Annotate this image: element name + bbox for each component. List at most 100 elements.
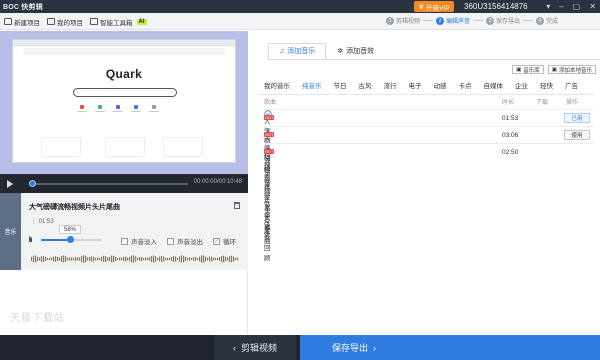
timecode: 00:00:00/00:10:48 bbox=[193, 179, 242, 185]
waveform-bar bbox=[89, 257, 91, 261]
waveform-bar bbox=[201, 255, 203, 263]
category-divider bbox=[258, 94, 594, 95]
song-row[interactable]: 科技未来感节奏走秀 HOT 02:50 bbox=[264, 143, 594, 239]
add-local-music-button[interactable]: ▣ 添加本地音乐 bbox=[547, 65, 596, 74]
volume-handle[interactable] bbox=[67, 236, 74, 243]
audio-waveform bbox=[31, 255, 239, 263]
waveform-bar bbox=[203, 255, 205, 263]
use-button[interactable]: 使用 bbox=[564, 130, 590, 140]
video-preview[interactable]: Quark bbox=[0, 31, 248, 174]
tab-add-music[interactable]: ♫ 添加音乐 bbox=[268, 43, 327, 59]
category-ads[interactable]: 广告 bbox=[565, 82, 578, 92]
account-id[interactable]: 360U3156414876 bbox=[464, 0, 528, 13]
back-edit-video-button[interactable]: ‹ 剪辑视频 bbox=[214, 335, 296, 360]
loop-checkbox[interactable]: ✓ 循环 bbox=[213, 236, 236, 246]
preview-shortcut bbox=[77, 105, 87, 113]
waveform-bar bbox=[47, 257, 49, 261]
category-tabs: 我的音乐 纯音乐 节日 古风 流行 电子 动感 卡点 自媒体 企业 轻快 广告 bbox=[264, 82, 578, 92]
player-controls: 00:00:00/00:10:48 bbox=[0, 174, 248, 193]
waveform-bar bbox=[57, 256, 59, 262]
track-duration-value: 01:53 bbox=[38, 219, 54, 225]
category-enterprise[interactable]: 企业 bbox=[515, 82, 528, 92]
category-ancient[interactable]: 古风 bbox=[359, 82, 372, 92]
trash-icon[interactable] bbox=[234, 202, 240, 209]
step-number: 3 bbox=[486, 16, 495, 25]
waveform-bar bbox=[233, 256, 235, 262]
waveform-bar bbox=[53, 256, 55, 262]
waveform-bar bbox=[143, 257, 145, 261]
waveform-bar bbox=[181, 255, 183, 263]
waveform-bar bbox=[145, 257, 147, 261]
toolbar: 新建项目 我的项目 智能工具箱 AI 1 剪辑视频 2 编辑声音 3 保存导出 … bbox=[0, 13, 600, 30]
step-label: 编辑声音 bbox=[446, 19, 471, 25]
step-edit-sound: 2 编辑声音 bbox=[436, 16, 470, 25]
close-icon[interactable]: ✕ bbox=[589, 2, 596, 11]
waveform-bar bbox=[75, 257, 77, 261]
chevron-right-icon: › bbox=[373, 342, 377, 353]
checkbox-box bbox=[167, 237, 174, 245]
column-action: 操作 bbox=[566, 100, 579, 106]
category-pure-music[interactable]: 纯音乐 bbox=[302, 82, 322, 92]
save-export-button[interactable]: 保存导出 › bbox=[300, 335, 600, 360]
category-pop[interactable]: 流行 bbox=[384, 82, 397, 92]
category-light[interactable]: 轻快 bbox=[540, 82, 553, 92]
column-song: 歌曲 bbox=[264, 100, 277, 106]
waveform-bar bbox=[43, 256, 45, 262]
waveform-bar bbox=[49, 257, 51, 261]
watermark: 天极下载站 bbox=[10, 313, 65, 324]
preview-card bbox=[105, 137, 145, 157]
waveform-bar bbox=[91, 256, 93, 262]
step-done: 4 完成 bbox=[536, 16, 558, 25]
hot-badge: HOT bbox=[264, 115, 275, 120]
audio-track-card[interactable]: 大气磅礴流畅视频片头片尾曲 ⋮ 01:53 58% 声音淡入 声音淡出 ✓ 循环 bbox=[21, 193, 248, 270]
music-tabs: ♫ 添加音乐 ✲ 添加音效 bbox=[268, 43, 385, 59]
waveform-bar bbox=[157, 257, 159, 261]
category-my-music[interactable]: 我的音乐 bbox=[264, 82, 290, 92]
category-festival[interactable]: 节日 bbox=[334, 82, 347, 92]
checkbox-box bbox=[121, 237, 128, 245]
music-library-button[interactable]: ▣ 音乐库 bbox=[512, 65, 544, 74]
category-electronic[interactable]: 电子 bbox=[409, 82, 422, 92]
used-button[interactable]: 已用 bbox=[564, 113, 590, 123]
track-duration: ⋮ 01:53 bbox=[31, 219, 54, 225]
upgrade-label: 升级VIP bbox=[426, 4, 450, 12]
preview-browser-tabbar bbox=[13, 40, 235, 46]
waveform-bar bbox=[147, 257, 149, 261]
waveform-bar bbox=[59, 257, 61, 261]
waveform-bar bbox=[87, 257, 89, 261]
maximize-icon[interactable]: ▢ bbox=[573, 2, 581, 11]
category-self-media[interactable]: 自媒体 bbox=[484, 82, 504, 92]
waveform-bar bbox=[179, 256, 181, 262]
play-icon[interactable] bbox=[7, 180, 13, 188]
waveform-bar bbox=[65, 256, 67, 262]
menu-dropdown-icon[interactable]: ▾ bbox=[546, 2, 550, 11]
waveform-bar bbox=[229, 256, 231, 262]
track-type-label: 音乐 bbox=[0, 193, 21, 270]
ai-toolbox-button[interactable]: 智能工具箱 AI bbox=[90, 16, 147, 27]
waveform-bar bbox=[127, 257, 129, 261]
preview-address-bar bbox=[23, 48, 225, 55]
waveform-bar bbox=[99, 257, 101, 261]
waveform-bar bbox=[55, 256, 57, 262]
tab-add-sound-effect[interactable]: ✲ 添加音效 bbox=[326, 43, 385, 59]
minimize-icon[interactable]: – bbox=[559, 2, 563, 11]
edit-video-label: 剪辑视频 bbox=[240, 343, 277, 353]
category-beat[interactable]: 卡点 bbox=[459, 82, 472, 92]
waveform-bar bbox=[107, 257, 109, 261]
step-number: 1 bbox=[386, 16, 394, 25]
song-row[interactable]: 大气磅礴流畅视频片头片尾曲 HOT 01:53 已用 bbox=[264, 109, 594, 245]
fade-out-checkbox[interactable]: 声音淡出 bbox=[167, 236, 203, 246]
my-projects-button[interactable]: 我的项目 bbox=[47, 16, 83, 27]
title-bar: BOC 快剪辑 ♛ 升级VIP 360U3156414876 ▾ – ▢ ✕ bbox=[0, 0, 600, 13]
waveform-bar bbox=[159, 256, 161, 262]
column-download: 下载 bbox=[536, 100, 549, 106]
seek-bar[interactable] bbox=[30, 183, 188, 185]
upgrade-vip-button[interactable]: ♛ 升级VIP bbox=[414, 1, 454, 12]
waveform-bar bbox=[149, 257, 151, 261]
song-row[interactable]: 大气磅礴宏伟军事大事件回顾 HOT 03:06 使用 bbox=[264, 126, 594, 262]
category-dynamic[interactable]: 动感 bbox=[434, 82, 447, 92]
fade-in-checkbox[interactable]: 声音淡入 bbox=[121, 236, 157, 246]
new-project-button[interactable]: 新建项目 bbox=[4, 16, 40, 27]
waveform-bar bbox=[77, 257, 79, 261]
seek-handle[interactable] bbox=[29, 180, 36, 187]
